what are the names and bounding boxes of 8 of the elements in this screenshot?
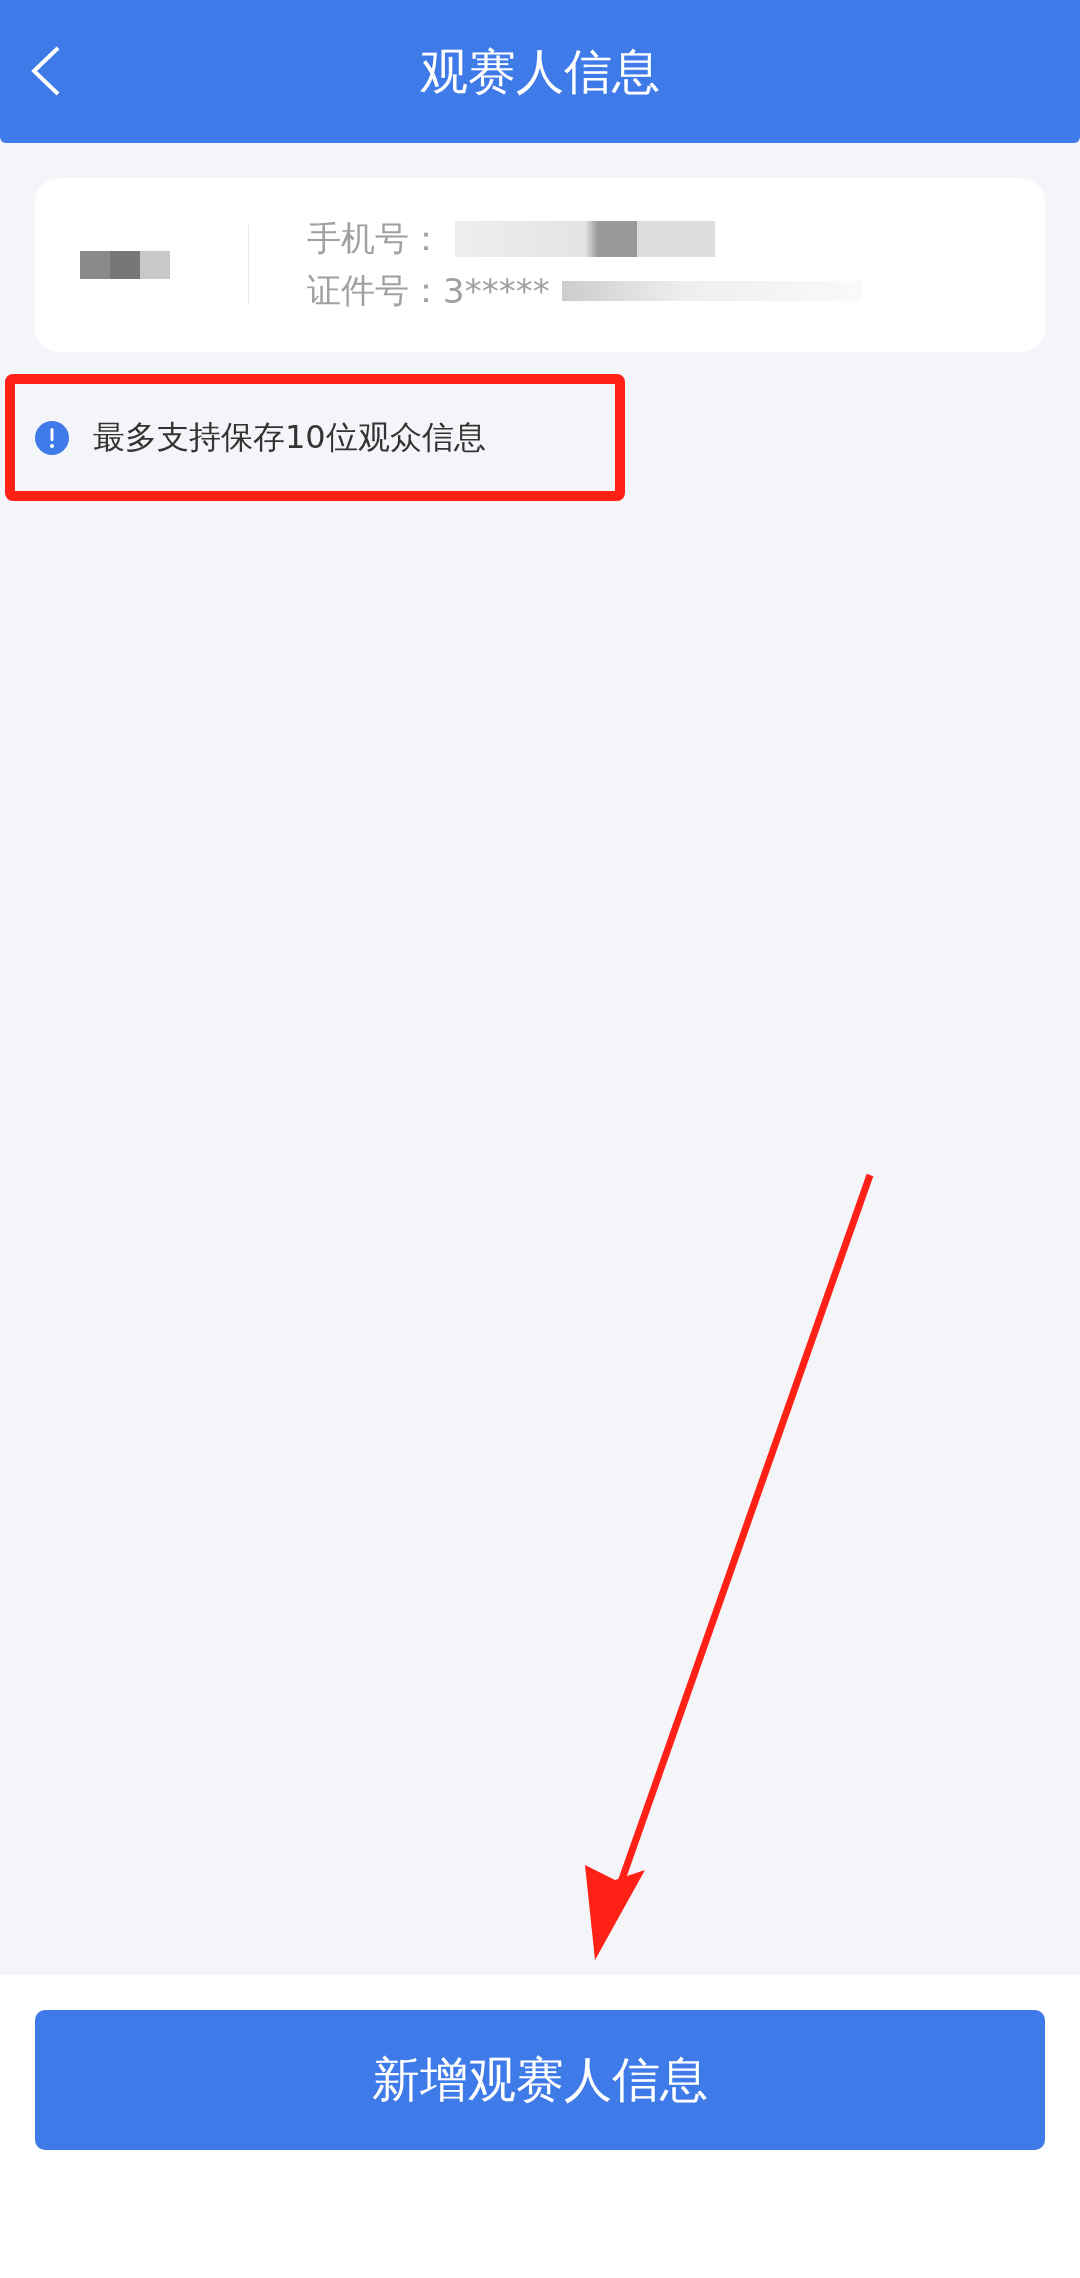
id-label: 证件号： xyxy=(307,269,443,312)
notice-text: 最多支持保存10位观众信息 xyxy=(93,416,486,458)
page-title: 观赛人信息 xyxy=(420,41,660,101)
add-spectator-button[interactable]: 新增观赛人信息 xyxy=(35,2010,1045,2150)
id-number: 3***** xyxy=(443,271,550,311)
phone-label: 手机号： xyxy=(307,217,443,260)
info-icon xyxy=(35,420,69,455)
spectator-card[interactable]: 手机号： 证件号：3***** xyxy=(35,178,1045,352)
